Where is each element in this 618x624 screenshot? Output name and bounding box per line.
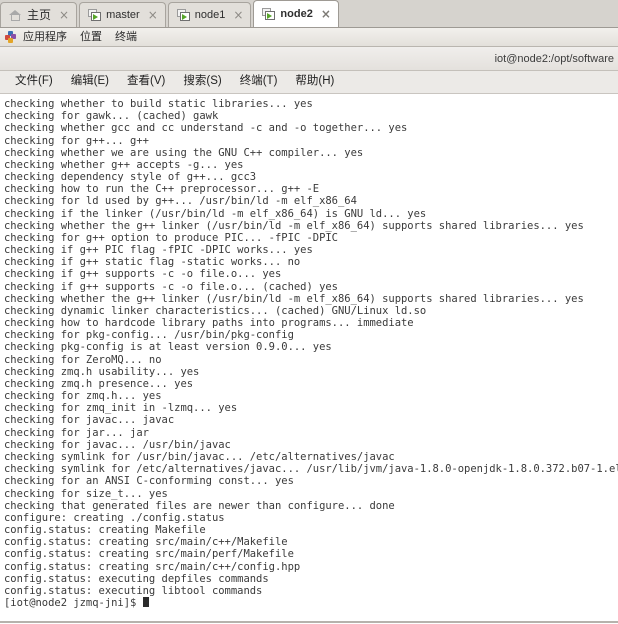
terminal-line: checking whether g++ accepts -g... yes — [4, 158, 244, 171]
terminal-line: checking zmq.h presence... yes — [4, 377, 194, 390]
terminal-line: checking whether gcc and cc understand -… — [4, 122, 408, 135]
terminal-line: checking if g++ supports -c -o file.o...… — [4, 268, 282, 281]
terminal-line: checking whether we are using the GNU C+… — [4, 146, 364, 159]
tab-home[interactable]: 主页 × — [0, 2, 78, 27]
panel-item-applications[interactable]: 应用程序 — [19, 31, 76, 43]
terminal-line: config.status: executing depfiles comman… — [4, 572, 269, 585]
terminal-line: checking whether the g++ linker (/usr/bi… — [4, 219, 584, 232]
terminal-line: checking zmq.h usability... yes — [4, 365, 200, 378]
menu-terminal[interactable]: 终端(T) — [231, 76, 287, 88]
terminal-line: checking for ZeroMQ... no — [4, 353, 162, 366]
terminal-line: checking symlink for /usr/bin/javac... /… — [4, 450, 395, 463]
close-icon[interactable]: × — [321, 8, 331, 20]
tab-label: node2 — [280, 7, 313, 20]
terminal-line: checking for g++... g++ — [4, 134, 149, 147]
terminal-prompt-line: [iot@node2 jzmq-jni]$ — [4, 597, 618, 609]
terminal-icon — [176, 9, 190, 21]
tab-label: 主页 — [27, 8, 52, 22]
terminal-line: checking if g++ static flag -static work… — [4, 256, 301, 269]
menu-search[interactable]: 搜索(S) — [174, 76, 230, 88]
terminal-line: checking for ld used by g++... /usr/bin/… — [4, 195, 357, 208]
terminal-line: checking for pkg-config... /usr/bin/pkg-… — [4, 329, 294, 342]
close-icon[interactable]: × — [148, 9, 158, 21]
terminal-line: checking that generated files are newer … — [4, 499, 395, 512]
close-icon[interactable]: × — [233, 9, 243, 21]
terminal-line: config.status: creating src/main/perf/Ma… — [4, 548, 294, 561]
terminal-line: checking for zmq_init in -lzmq... yes — [4, 402, 238, 415]
terminal-line: checking how to run the C++ preprocessor… — [4, 183, 320, 196]
terminal-line: checking for jar... jar — [4, 426, 149, 439]
terminal-line: checking for javac... javac — [4, 414, 175, 427]
terminal-line: configure: creating ./config.status — [4, 511, 225, 524]
window-title-bar: iot@node2:/opt/software — [0, 47, 618, 71]
panel-item-places[interactable]: 位置 — [76, 31, 111, 43]
terminal-icon — [262, 8, 276, 20]
menu-view[interactable]: 查看(V) — [118, 76, 174, 88]
terminal-line: checking for zmq.h... yes — [4, 390, 162, 403]
text-cursor — [142, 597, 149, 608]
tab-label: node1 — [194, 8, 226, 21]
menu-edit[interactable]: 编辑(E) — [62, 76, 118, 88]
terminal-viewport[interactable]: checking whether to build static librari… — [0, 94, 618, 623]
terminal-line: checking dependency style of g++... gcc3 — [4, 171, 257, 184]
terminal-line: config.status: creating src/main/c++/con… — [4, 560, 301, 573]
terminal-line: checking whether the g++ linker (/usr/bi… — [4, 292, 584, 305]
menu-file[interactable]: 文件(F) — [6, 76, 62, 88]
terminal-line: checking if g++ PIC flag -fPIC -DPIC wor… — [4, 244, 313, 257]
terminal-line: checking for size_t... yes — [4, 487, 168, 500]
terminal-line: checking if g++ supports -c -o file.o...… — [4, 280, 338, 293]
tab-node1[interactable]: node1 × — [167, 2, 252, 27]
close-icon[interactable]: × — [59, 9, 69, 21]
terminal-line: config.status: executing libtool command… — [4, 584, 263, 597]
terminal-icon — [88, 9, 102, 21]
terminal-line: checking how to hardcode library paths i… — [4, 317, 414, 330]
terminal-line: checking dynamic linker characteristics.… — [4, 304, 427, 317]
shell-prompt: [iot@node2 jzmq-jni]$ — [4, 597, 143, 610]
tab-label: master — [106, 8, 140, 21]
window-title: iot@node2:/opt/software — [494, 52, 614, 65]
tab-master[interactable]: master × — [79, 2, 166, 27]
terminal-line: checking pkg-config is at least version … — [4, 341, 332, 354]
terminal-line: checking whether to build static librari… — [4, 98, 313, 110]
home-icon — [9, 9, 22, 21]
menu-help[interactable]: 帮助(H) — [286, 76, 343, 88]
menu-bar: 文件(F) 编辑(E) 查看(V) 搜索(S) 终端(T) 帮助(H) — [0, 71, 618, 94]
terminal-line: checking for javac... /usr/bin/javac — [4, 438, 231, 451]
tab-node2[interactable]: node2 × — [253, 0, 339, 27]
gnome-foot-icon — [5, 31, 17, 43]
terminal-tab-bar: 主页 × master × node1 × node2 × — [0, 0, 618, 28]
desktop-panel: 应用程序 位置 终端 — [0, 28, 618, 47]
terminal-line: config.status: creating Makefile — [4, 524, 206, 537]
terminal-output[interactable]: checking whether to build static librari… — [0, 94, 618, 609]
terminal-line: checking for gawk... (cached) gawk — [4, 110, 219, 123]
terminal-line: checking for g++ option to produce PIC..… — [4, 231, 338, 244]
terminal-line: checking for an ANSI C-conforming const.… — [4, 475, 294, 488]
panel-item-terminal[interactable]: 终端 — [111, 31, 146, 43]
terminal-line: checking if the linker (/usr/bin/ld -m e… — [4, 207, 427, 220]
terminal-line: checking symlink for /etc/alternatives/j… — [4, 463, 618, 476]
terminal-line: config.status: creating src/main/c++/Mak… — [4, 536, 288, 549]
